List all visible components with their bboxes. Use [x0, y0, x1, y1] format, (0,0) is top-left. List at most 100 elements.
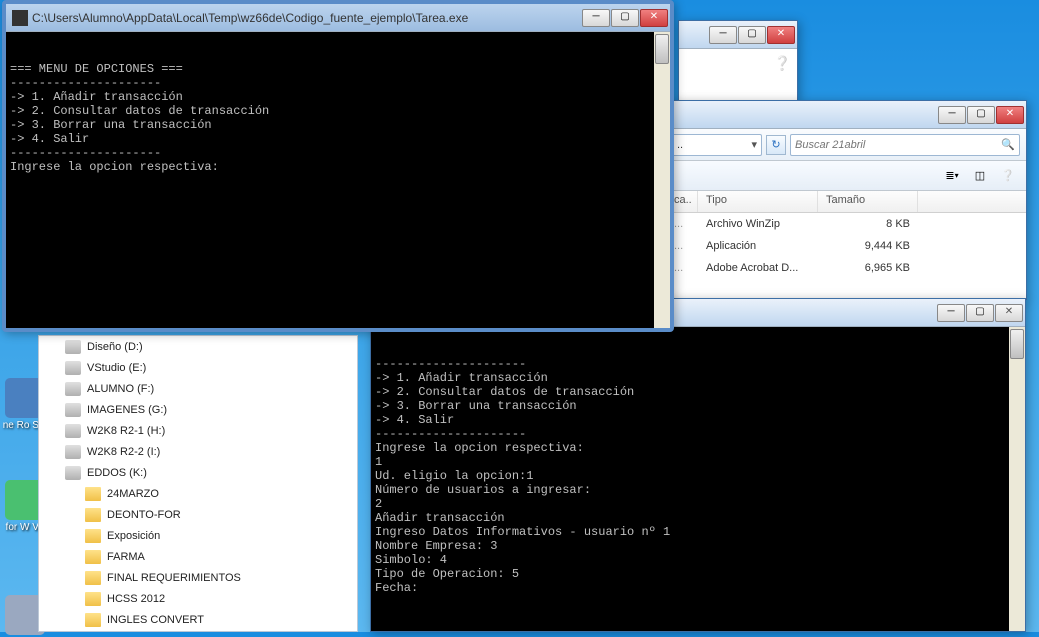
tree-folder[interactable]: HCSS 2012	[39, 588, 357, 609]
tree-folder[interactable]: FARMA	[39, 546, 357, 567]
console-line: Ud. eligio la opcion:1	[375, 469, 1021, 483]
preview-pane-button[interactable]: ◫	[970, 166, 990, 186]
tree-label: W2K8 R2-2 (I:)	[87, 446, 160, 458]
tree-drive[interactable]: W2K8 R2-1 (H:)	[39, 420, 357, 441]
col-size[interactable]: Tamaño	[818, 191, 918, 212]
tree-label: INGLES CONVERT	[107, 614, 204, 626]
console-line: ---------------------	[10, 146, 666, 160]
refresh-button[interactable]: ↻	[766, 135, 786, 155]
maximize-button[interactable]: ▢	[738, 26, 766, 44]
tree-label: HCSS 2012	[107, 593, 165, 605]
breadcrumb[interactable]: .. ▾	[672, 134, 762, 156]
maximize-button[interactable]: ▢	[967, 106, 995, 124]
tree-label: 24MARZO	[107, 488, 159, 500]
view-toolbar: ≣▾ ◫ ❔	[666, 161, 1026, 191]
address-toolbar: .. ▾ ↻ 🔍	[666, 129, 1026, 161]
tree-label: DEONTO-FOR	[107, 509, 181, 521]
help-icon[interactable]: ❔	[774, 55, 791, 72]
close-button[interactable]: ✕	[995, 304, 1023, 322]
drive-icon	[65, 424, 81, 438]
table-header: ca.. Tipo Tamaño	[666, 191, 1026, 213]
close-button[interactable]: ✕	[767, 26, 795, 44]
cell-type: Archivo WinZip	[698, 216, 818, 232]
console-output[interactable]: ----------------------> 1. Añadir transa…	[371, 327, 1025, 631]
close-button[interactable]: ✕	[640, 9, 668, 27]
table-row[interactable]: ...Aplicación9,444 KB	[666, 235, 1026, 257]
scroll-thumb[interactable]	[1010, 329, 1024, 359]
cell-size: 8 KB	[818, 216, 918, 232]
folder-icon	[85, 613, 101, 627]
title-text: C:\Users\Alumno\AppData\Local\Temp\wz66d…	[32, 11, 582, 25]
breadcrumb-tail: ..	[677, 139, 683, 151]
dropdown-icon[interactable]: ▾	[751, 138, 757, 151]
folder-icon	[85, 487, 101, 501]
tree-folder[interactable]: INGLES CONVERT	[39, 609, 357, 630]
console-line: -> 3. Borrar una transacción	[375, 399, 1021, 413]
tree-drive[interactable]: Diseño (D:)	[39, 336, 357, 357]
folder-icon	[85, 592, 101, 606]
console-line: 2	[375, 497, 1021, 511]
titlebar[interactable]: ─ ▢ ✕	[666, 101, 1026, 129]
minimize-button[interactable]: ─	[709, 26, 737, 44]
drive-icon	[65, 445, 81, 459]
tree-drive[interactable]: EDDOS (K:)	[39, 462, 357, 483]
maximize-button[interactable]: ▢	[611, 9, 639, 27]
tree-label: FARMA	[107, 551, 145, 563]
console-line: Nombre Empresa: 3	[375, 539, 1021, 553]
tree-label: EDDOS (K:)	[87, 467, 147, 479]
console-line: -> 1. Añadir transacción	[10, 90, 666, 104]
close-button[interactable]: ✕	[996, 106, 1024, 124]
maximize-button[interactable]: ▢	[966, 304, 994, 322]
minimize-button[interactable]: ─	[582, 9, 610, 27]
explorer-window: ─ ▢ ✕ .. ▾ ↻ 🔍 ≣▾ ◫ ❔ ca.. Tipo Tamaño .…	[665, 100, 1027, 300]
console-line: ---------------------	[375, 357, 1021, 371]
tree-drive[interactable]: W2K8 R2-2 (I:)	[39, 441, 357, 462]
tree-label: FINAL REQUERIMIENTOS	[107, 572, 241, 584]
cell-size: 6,965 KB	[818, 260, 918, 276]
search-input[interactable]	[795, 139, 1001, 151]
console-line: ---------------------	[375, 427, 1021, 441]
drive-icon	[65, 340, 81, 354]
tree-folder[interactable]: FINAL REQUERIMIENTOS	[39, 567, 357, 588]
col-type[interactable]: Tipo	[698, 191, 818, 212]
scrollbar[interactable]	[1009, 327, 1025, 631]
scroll-thumb[interactable]	[655, 34, 669, 64]
cell-size: 9,444 KB	[818, 238, 918, 254]
console-line: Ingreso Datos Informativos - usuario nº …	[375, 525, 1021, 539]
drive-icon	[65, 403, 81, 417]
titlebar[interactable]: C:\Users\Alumno\AppData\Local\Temp\wz66d…	[6, 4, 670, 32]
folder-tree: Diseño (D:) VStudio (E:) ALUMNO (F:) IMAGEN…	[38, 335, 358, 632]
cell-type: Aplicación	[698, 238, 818, 254]
console-line: -> 4. Salir	[10, 132, 666, 146]
minimize-button[interactable]: ─	[937, 304, 965, 322]
tree-folder[interactable]: Exposición	[39, 525, 357, 546]
tree-drive[interactable]: ALUMNO (F:)	[39, 378, 357, 399]
console-line: Ingrese la opcion respectiva:	[375, 441, 1021, 455]
search-box[interactable]: 🔍	[790, 134, 1020, 156]
console-line: ---------------------	[10, 76, 666, 90]
tree-folder[interactable]: 24MARZO	[39, 483, 357, 504]
search-icon[interactable]: 🔍	[1001, 138, 1015, 152]
console-line: Tipo de Operacion: 5	[375, 567, 1021, 581]
tree-folder[interactable]: DEONTO-FOR	[39, 504, 357, 525]
explorer-window-small: ─ ▢ ✕ ❔	[678, 20, 798, 100]
console-window-1: C:\Users\Alumno\AppData\Local\Temp\wz66d…	[2, 0, 674, 332]
tree-drive[interactable]: VStudio (E:)	[39, 357, 357, 378]
tree-label: IMAGENES (G:)	[87, 404, 167, 416]
view-mode-button[interactable]: ≣▾	[942, 166, 962, 186]
folder-icon	[85, 529, 101, 543]
tree-label: Diseño (D:)	[87, 341, 143, 353]
help-icon[interactable]: ❔	[998, 166, 1018, 186]
tree-label: Exposición	[107, 530, 160, 542]
scrollbar[interactable]	[654, 32, 670, 328]
table-row[interactable]: ...Archivo WinZip8 KB	[666, 213, 1026, 235]
console-output[interactable]: === MENU DE OPCIONES ===----------------…	[6, 32, 670, 328]
drive-icon	[65, 382, 81, 396]
console-line: 1	[375, 455, 1021, 469]
tree-drive[interactable]: IMAGENES (G:)	[39, 399, 357, 420]
table-row[interactable]: ...Adobe Acrobat D...6,965 KB	[666, 257, 1026, 279]
minimize-button[interactable]: ─	[938, 106, 966, 124]
console-line: -> 3. Borrar una transacción	[10, 118, 666, 132]
tree-label: VStudio (E:)	[87, 362, 146, 374]
titlebar[interactable]: ─ ▢ ✕	[679, 21, 797, 49]
